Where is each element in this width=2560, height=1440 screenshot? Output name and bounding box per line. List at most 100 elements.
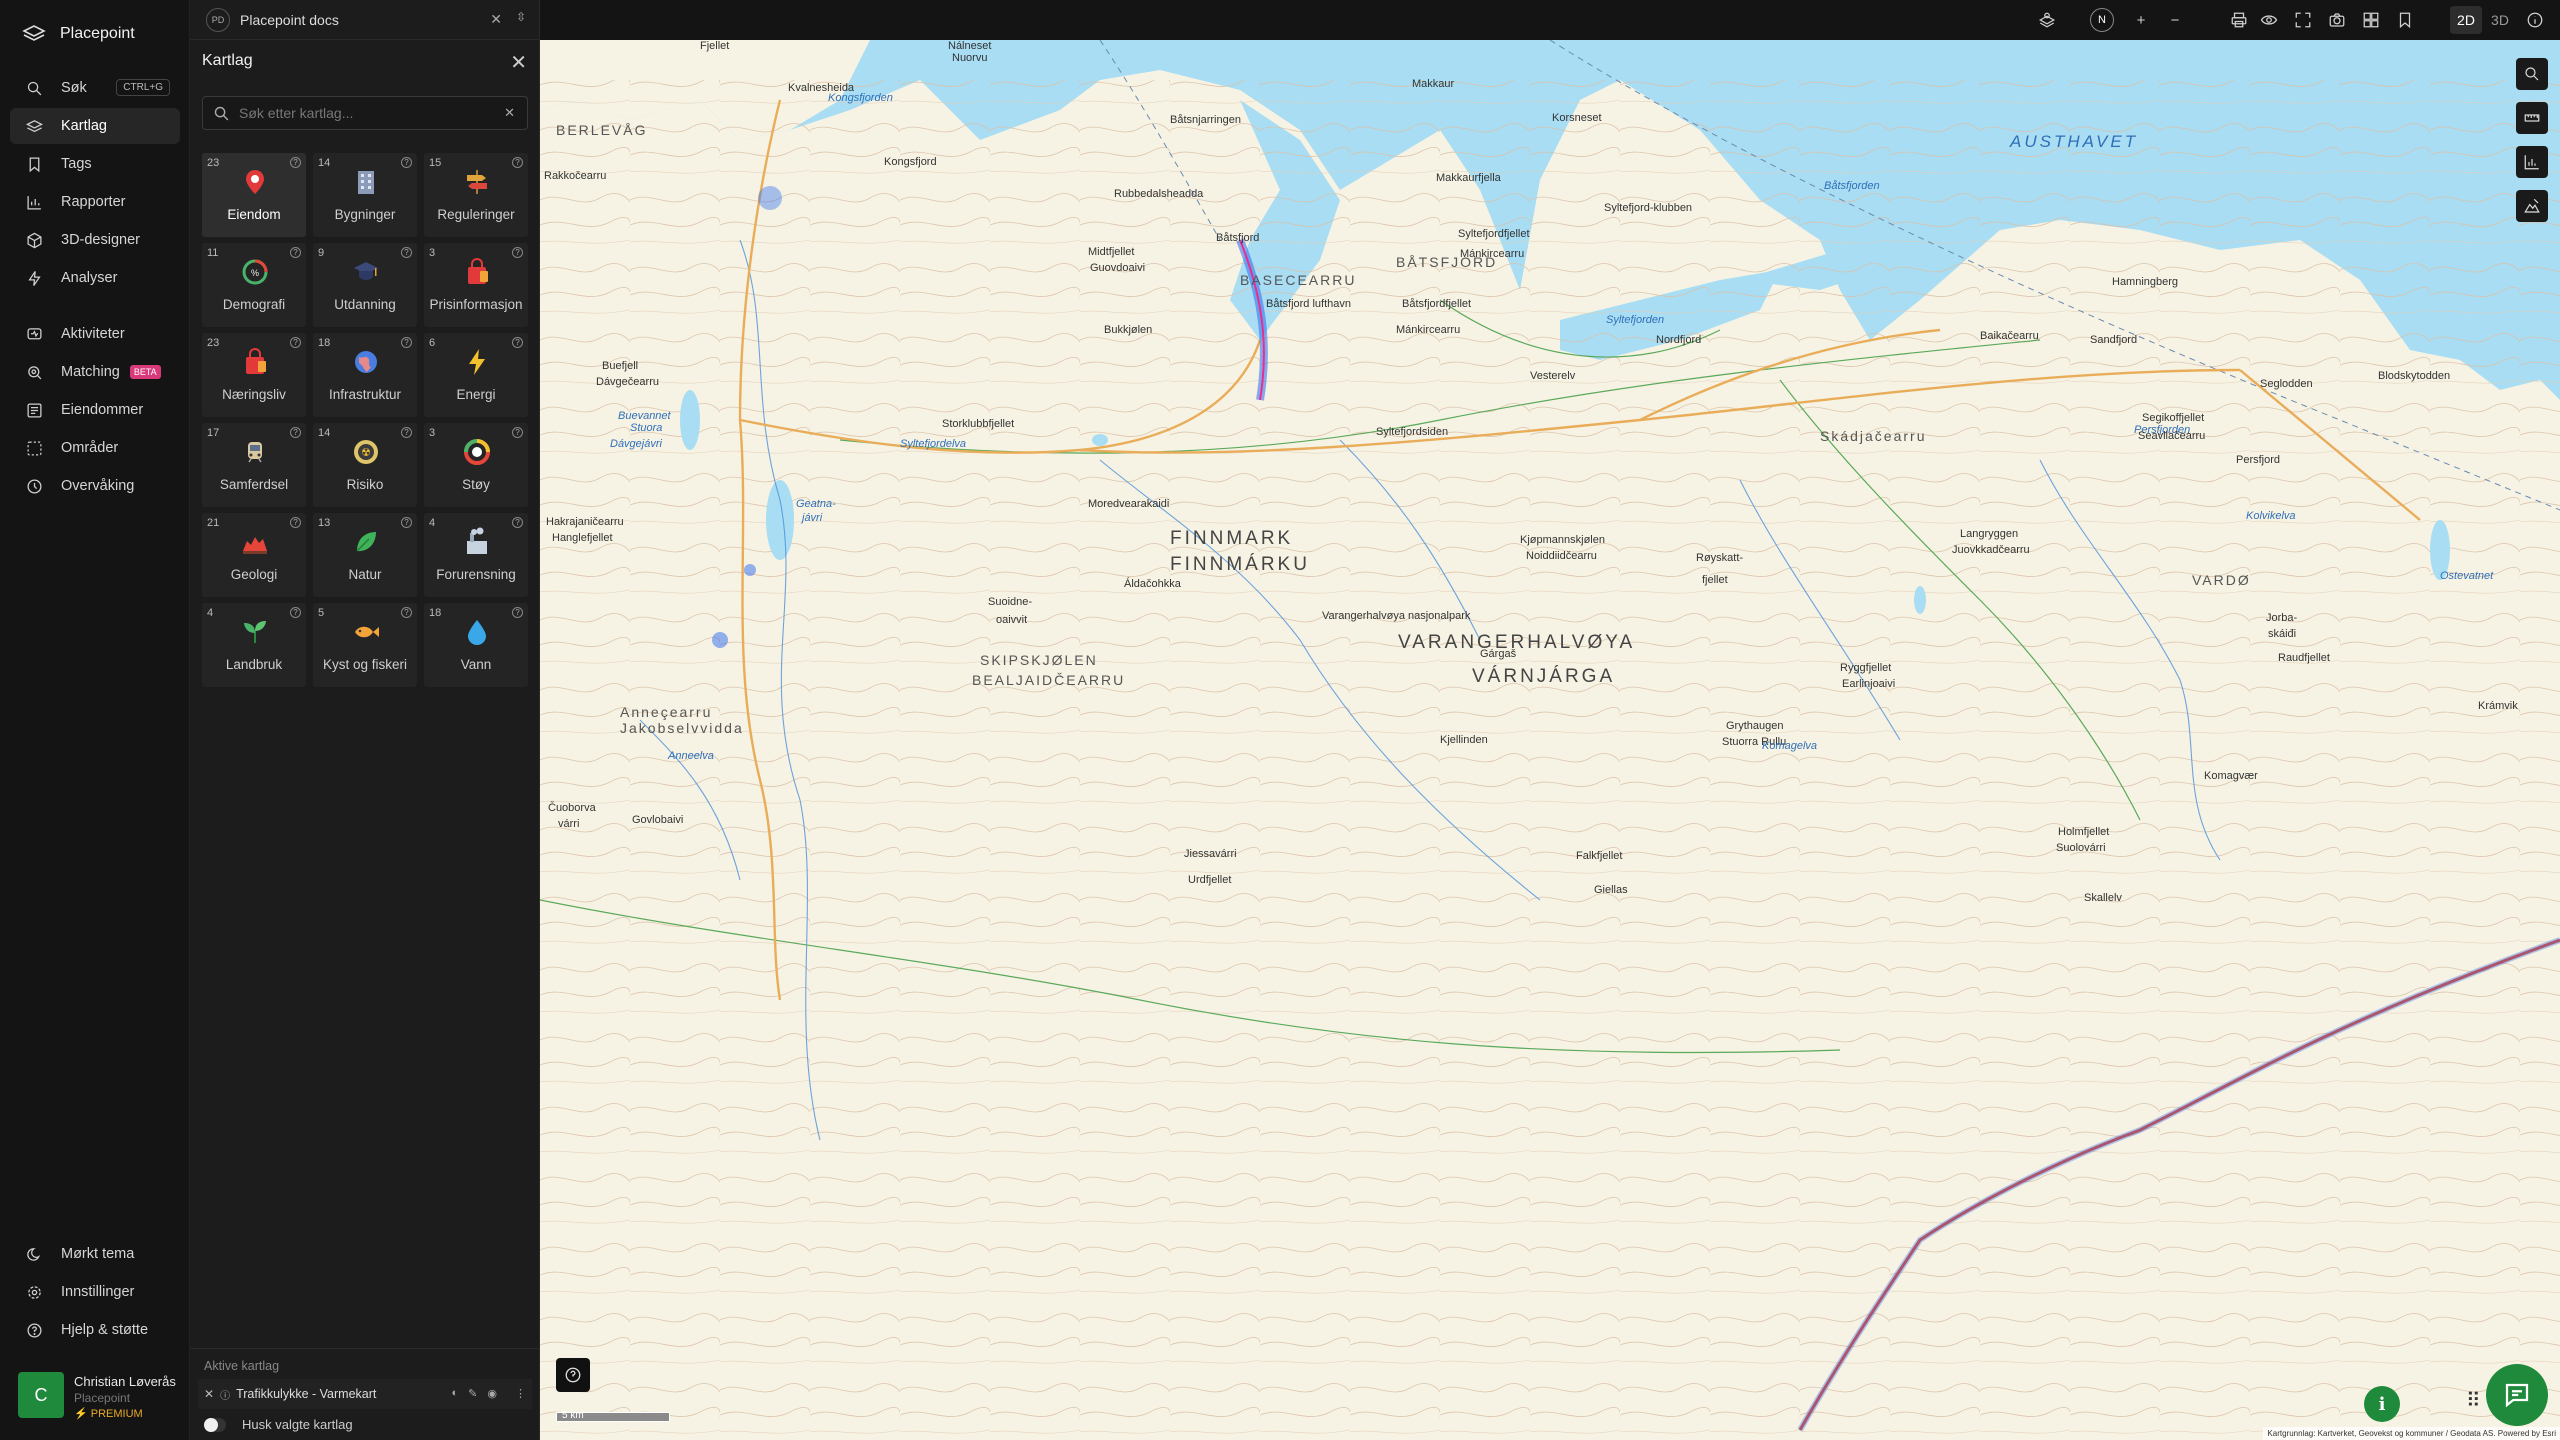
- brand[interactable]: Placepoint: [22, 22, 135, 46]
- nav-tags[interactable]: Tags: [10, 146, 180, 182]
- info-icon[interactable]: ?: [290, 337, 301, 348]
- info-icon[interactable]: ?: [401, 157, 412, 168]
- more-icon[interactable]: ⋮: [515, 1387, 526, 1400]
- nav-analyser[interactable]: Analyser: [10, 260, 180, 296]
- map-place-label: Korsneset: [1552, 112, 1602, 124]
- fullscreen-icon[interactable]: [2292, 9, 2314, 31]
- info-icon[interactable]: ?: [512, 247, 523, 258]
- nav-label: Analyser: [61, 270, 118, 286]
- user-profile[interactable]: C Christian Løverås Placepoint ⚡ PREMIUM: [18, 1372, 178, 1422]
- camera-icon[interactable]: [2326, 9, 2348, 31]
- nav-matching[interactable]: Matching BETA: [10, 354, 180, 390]
- info-button[interactable]: i: [2364, 1386, 2400, 1422]
- info-icon[interactable]: ⓘ: [220, 1387, 230, 1402]
- info-icon[interactable]: ?: [401, 337, 412, 348]
- info-icon[interactable]: ?: [512, 607, 523, 618]
- document-name: Placepoint docs: [240, 11, 339, 28]
- grid-icon[interactable]: [2360, 9, 2382, 31]
- layers-stack-icon[interactable]: [2036, 9, 2058, 31]
- nav-search[interactable]: Søk CTRL+G: [10, 70, 180, 106]
- map-canvas[interactable]: AUSTHAVET FINNMARK FINNMÁRKU VARANGERHALVØY…: [540, 40, 2560, 1440]
- remove-layer-icon[interactable]: ✕: [204, 1387, 214, 1401]
- info-icon[interactable]: ?: [290, 427, 301, 438]
- clear-search-icon[interactable]: ✕: [504, 105, 515, 121]
- edit-icon[interactable]: ✎: [468, 1387, 477, 1400]
- info-icon[interactable]: ?: [512, 157, 523, 168]
- eye-icon[interactable]: [2258, 9, 2280, 31]
- layer-tile-utdanning[interactable]: 9? Utdanning: [313, 243, 417, 327]
- chart-tool[interactable]: [2516, 146, 2548, 178]
- close-document-icon[interactable]: ✕: [490, 11, 502, 28]
- layer-tile-støy[interactable]: 3? Støy: [424, 423, 528, 507]
- nav-dark-theme[interactable]: Mørkt tema: [10, 1236, 180, 1272]
- info-icon[interactable]: [2524, 9, 2546, 31]
- drop-icon: [468, 620, 486, 645]
- measure-tool[interactable]: [2516, 102, 2548, 134]
- nav-eiendommer[interactable]: Eiendommer: [10, 392, 180, 428]
- zoom-out-button[interactable]: −: [2164, 9, 2186, 31]
- map-place-label: Raudfjellet: [2278, 652, 2330, 664]
- north-compass-button[interactable]: N: [2090, 8, 2114, 32]
- layer-tile-risiko[interactable]: 14? ☢ Risiko: [313, 423, 417, 507]
- info-icon[interactable]: ?: [512, 427, 523, 438]
- nav-help[interactable]: Hjelp & støtte: [10, 1312, 180, 1348]
- map-place-label: Áldačohkka: [1124, 578, 1181, 590]
- layer-tile-reguleringer[interactable]: 15? Reguleringer: [424, 153, 528, 237]
- info-icon[interactable]: ?: [401, 427, 412, 438]
- layer-tile-eiendom[interactable]: 23? Eiendom: [202, 153, 306, 237]
- layer-tile-næringsliv[interactable]: 23? Næringsliv: [202, 333, 306, 417]
- info-icon[interactable]: ?: [290, 517, 301, 528]
- chevron-updown-icon[interactable]: ⇳: [516, 10, 526, 24]
- layer-tile-geologi[interactable]: 21? Geologi: [202, 513, 306, 597]
- nav-rapporter[interactable]: Rapporter: [10, 184, 180, 220]
- info-icon[interactable]: ?: [401, 517, 412, 528]
- nav-omrader[interactable]: Områder: [10, 430, 180, 466]
- map-place-label: Jiessavárri: [1184, 848, 1237, 860]
- layer-tile-landbruk[interactable]: 4? Landbruk: [202, 603, 306, 687]
- layer-tile-bygninger[interactable]: 14? Bygninger: [313, 153, 417, 237]
- document-bar[interactable]: PD Placepoint docs ✕ ⇳: [190, 0, 540, 40]
- layer-tile-demografi[interactable]: 11?% Demografi: [202, 243, 306, 327]
- layers-icon: [26, 119, 43, 132]
- layer-tile-prisinformasjon[interactable]: 3? Prisinformasjon: [424, 243, 528, 327]
- info-icon[interactable]: ?: [512, 337, 523, 348]
- chat-button[interactable]: [2486, 1364, 2548, 1426]
- remember-layers-toggle[interactable]: [204, 1417, 226, 1432]
- view-2d-button[interactable]: 2D: [2450, 6, 2482, 34]
- zoom-in-button[interactable]: +: [2130, 9, 2152, 31]
- info-icon[interactable]: ?: [290, 157, 301, 168]
- layer-tile-vann[interactable]: 18? Vann: [424, 603, 528, 687]
- layer-search-input[interactable]: [239, 97, 499, 129]
- info-icon[interactable]: ?: [290, 607, 301, 618]
- layer-tile-kyst-og-fiskeri[interactable]: 5? Kyst og fiskeri: [313, 603, 417, 687]
- nav-overvaking[interactable]: Overvåking: [10, 468, 180, 504]
- map-help-button[interactable]: [556, 1358, 590, 1392]
- layer-tile-samferdsel[interactable]: 17? Samferdsel: [202, 423, 306, 507]
- nav-settings[interactable]: Innstillinger: [10, 1274, 180, 1310]
- close-panel-icon[interactable]: ✕: [510, 50, 527, 75]
- layer-tile-forurensning[interactable]: 4? Forurensning: [424, 513, 528, 597]
- layer-count: 3: [429, 247, 436, 259]
- active-layer-row[interactable]: ✕ ⓘ Trafikkulykke - Varmekart ◐ ✎ ◉ ⋮: [198, 1379, 532, 1409]
- bookmark-icon[interactable]: [2394, 9, 2416, 31]
- nav-3d-designer[interactable]: 3D-designer: [10, 222, 180, 258]
- fish-icon: [355, 626, 379, 638]
- info-icon[interactable]: ?: [290, 247, 301, 258]
- info-icon[interactable]: ?: [401, 607, 412, 618]
- elevation-tool[interactable]: [2516, 190, 2548, 222]
- search-area-tool[interactable]: [2516, 58, 2548, 90]
- layer-tile-infrastruktur[interactable]: 18? Infrastruktur: [313, 333, 417, 417]
- view-3d-button[interactable]: 3D: [2484, 6, 2516, 34]
- layer-tile-natur[interactable]: 13? Natur: [313, 513, 417, 597]
- bolt-icon: [28, 270, 41, 286]
- info-icon[interactable]: ?: [512, 517, 523, 528]
- print-icon[interactable]: [2228, 9, 2250, 31]
- eye-icon[interactable]: ◉: [487, 1387, 497, 1400]
- map-place-label: skáiđi: [2268, 628, 2297, 640]
- nav-aktiviteter[interactable]: Aktiviteter: [10, 316, 180, 352]
- layer-tile-energi[interactable]: 6? Energi: [424, 333, 528, 417]
- opacity-icon[interactable]: ◐: [452, 1387, 459, 1400]
- map-place-label: Båtsfjordfjellet: [1402, 298, 1472, 310]
- info-icon[interactable]: ?: [401, 247, 412, 258]
- nav-kartlag[interactable]: Kartlag: [10, 108, 180, 144]
